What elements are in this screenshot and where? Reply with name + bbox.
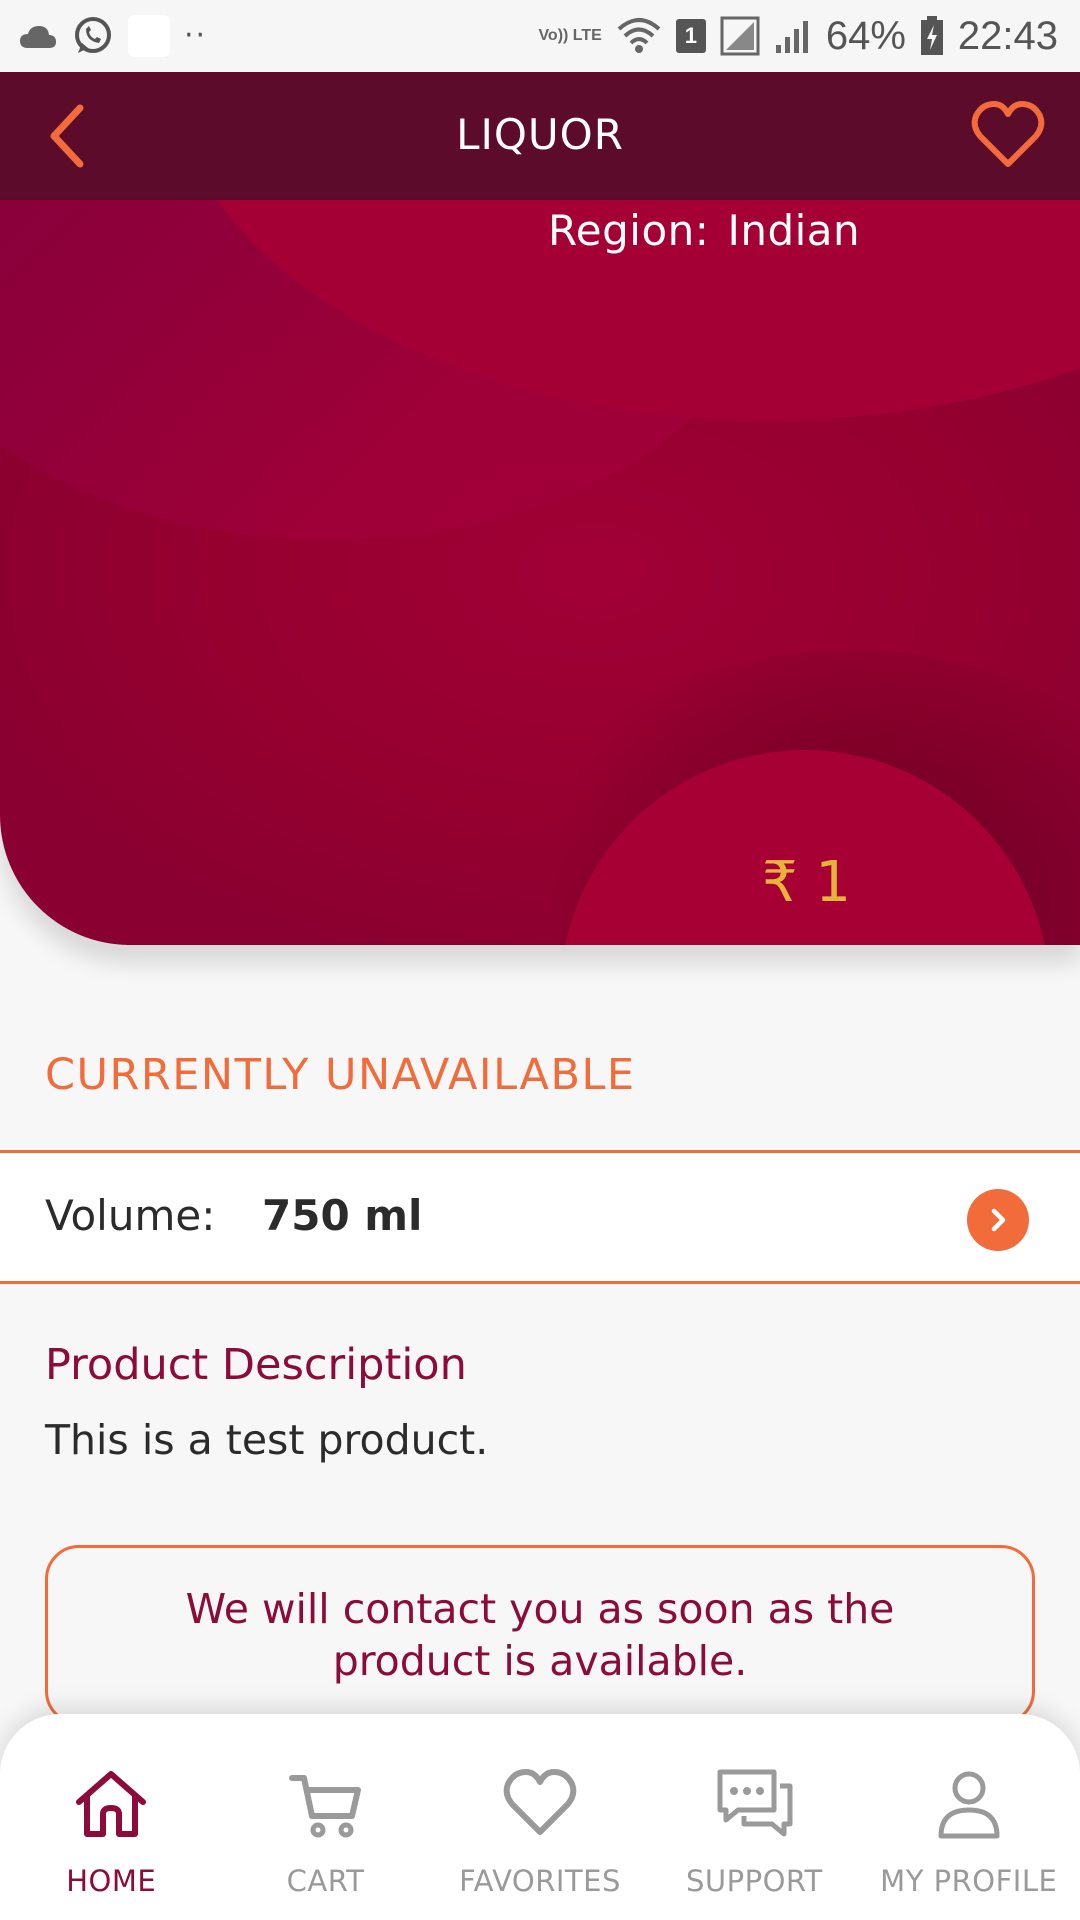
clock: 22:43	[957, 13, 1058, 58]
description-heading: Product Description	[45, 1340, 467, 1390]
nav-cart-label: CART	[286, 1864, 365, 1898]
nav-profile[interactable]: MY PROFILE	[863, 1764, 1075, 1898]
home-icon	[76, 1771, 147, 1837]
battery-charging-icon	[920, 16, 943, 55]
signal-strength-icon	[775, 21, 808, 53]
more-notifications-icon: ··	[184, 18, 208, 53]
signal-icon	[720, 16, 760, 56]
bottom-navigation: HOME CART FAVORITES SUPPORT MY PROFILE	[0, 1714, 1080, 1920]
page-title: LIQUOR	[456, 110, 624, 159]
cloud-icon	[20, 26, 56, 48]
nav-favorites-label: FAVORITES	[459, 1864, 621, 1898]
nav-profile-label: MY PROFILE	[880, 1864, 1058, 1898]
status-bar-right: Vo)) LTE 1 64% 22:43	[538, 14, 1058, 59]
product-price: ₹ 1	[762, 850, 852, 915]
chevron-right-icon[interactable]	[967, 1189, 1029, 1251]
volume-label: Volume:	[45, 1191, 216, 1240]
notice-text: We will contact you as soon as the produ…	[185, 1585, 895, 1685]
nav-home[interactable]: HOME	[5, 1764, 217, 1898]
battery-percent: 64%	[825, 13, 906, 58]
volume-value: 750 ml	[262, 1191, 423, 1240]
status-bar: ·· Vo)) LTE 1 64% 22:43	[0, 0, 1080, 72]
volume-selector[interactable]: Volume: 750 ml	[0, 1150, 1080, 1284]
heart-icon	[503, 1769, 577, 1835]
nav-support-label: SUPPORT	[686, 1864, 823, 1898]
chat-icon	[717, 1769, 793, 1837]
chevron-right-glyph	[991, 1208, 1006, 1232]
volte-label: Vo)) LTE	[538, 27, 602, 44]
availability-notice: We will contact you as soon as the produ…	[45, 1545, 1035, 1725]
region-value: Indian	[727, 206, 861, 255]
nav-cart[interactable]: CART	[220, 1764, 432, 1898]
nav-support[interactable]: SUPPORT	[648, 1764, 860, 1898]
region-info: Region: Indian	[548, 206, 860, 255]
region-label: Region:	[548, 206, 710, 255]
heart-outline-icon[interactable]	[970, 98, 1046, 174]
cart-icon	[288, 1775, 361, 1838]
description-text: This is a test product.	[45, 1416, 489, 1464]
notification-icon	[128, 15, 170, 57]
availability-status: CURRENTLY UNAVAILABLE	[45, 1050, 636, 1100]
sim-badge: 1	[675, 19, 706, 53]
nav-home-label: HOME	[66, 1864, 157, 1898]
top-app-bar: LIQUOR	[0, 72, 1080, 200]
product-hero	[0, 200, 1080, 945]
wifi-icon	[617, 18, 661, 53]
nav-favorites[interactable]: FAVORITES	[434, 1764, 646, 1898]
user-icon	[938, 1771, 1000, 1839]
whatsapp-icon	[75, 17, 111, 53]
status-bar-left: ··	[18, 15, 207, 57]
